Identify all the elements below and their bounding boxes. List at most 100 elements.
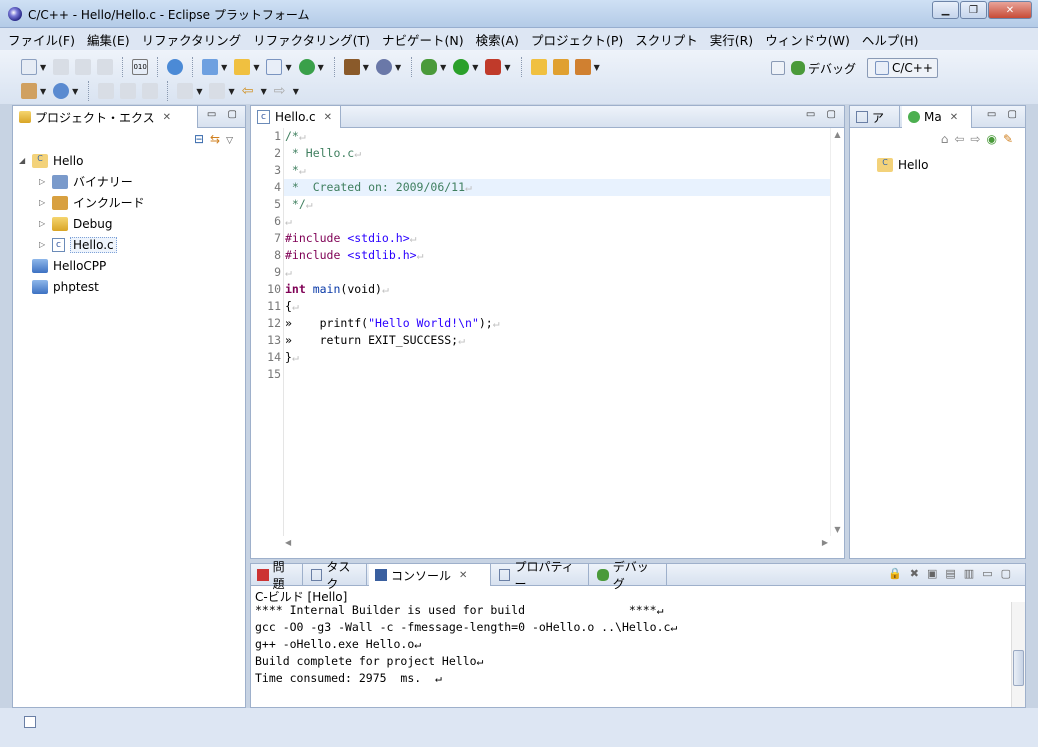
hammer-icon[interactable] [343,59,360,75]
chevron-down-icon[interactable]: ▼ [228,87,234,96]
new-project-icon[interactable] [202,59,219,75]
make-item-hello[interactable]: C Hello [874,154,928,175]
pin-icon[interactable]: ▣ [927,567,945,580]
scroll-thumb[interactable] [1013,650,1024,686]
code-area[interactable]: /*↵ * Hello.c↵ *↵ * Created on: 2009/06/… [283,128,830,536]
new-class-icon[interactable] [298,59,315,75]
code-line[interactable]: */↵ [284,196,830,213]
close-icon[interactable]: ✕ [163,112,171,123]
code-line[interactable]: *↵ [284,162,830,179]
menu-run[interactable]: 実行(R) [710,30,753,49]
chevron-down-icon[interactable]: ▼ [363,63,369,72]
new-folder-icon[interactable] [234,59,251,75]
code-line[interactable]: » printf("Hello World!\n");↵ [284,315,830,332]
collapsed-triangle-icon[interactable]: ▷ [39,177,49,186]
paragraph-icon[interactable] [120,83,137,99]
tab-debug[interactable]: デバッグ [591,560,667,591]
view-menu-icon[interactable]: ▽ [226,136,239,146]
code-line[interactable]: #include <stdlib.h>↵ [284,247,830,264]
chevron-down-icon[interactable]: ▼ [72,87,78,96]
link-editor-icon[interactable]: ⇆ [210,132,226,146]
code-line[interactable]: /*↵ [284,128,830,145]
forward-arrow-icon[interactable]: ⇨ [274,83,290,99]
horizontal-scrollbar[interactable]: ◀ ▶ [283,538,830,552]
maximize-button[interactable]: ❐ [960,1,987,19]
menu-project[interactable]: プロジェクト(P) [531,30,623,49]
close-icon[interactable]: ✕ [459,570,467,581]
menu-file[interactable]: ファイル(F) [8,30,75,49]
view-minmax[interactable]: ▭ ▢ [806,109,840,120]
scroll-left-icon[interactable]: ◀ [285,538,291,547]
fast-view-icon[interactable] [24,716,36,728]
tree-item-hello[interactable]: ◢ C Hello [19,150,145,171]
view-minmax[interactable]: ▭ ▢ [207,109,241,120]
code-line[interactable]: #include <stdio.h>↵ [284,230,830,247]
expanded-triangle-icon[interactable]: ◢ [19,156,29,165]
forward-arrow-icon[interactable]: ⇨ [970,132,986,146]
open-folder-icon[interactable] [530,59,547,75]
chevron-down-icon[interactable]: ▼ [285,63,291,72]
print-icon[interactable] [97,59,114,75]
code-line[interactable]: int main(void)↵ [284,281,830,298]
view-minmax[interactable]: ▭ ▢ [987,109,1021,120]
target-icon[interactable] [375,59,392,75]
display-console-icon[interactable]: ▤ [945,567,963,580]
menu-search[interactable]: 検索(A) [476,30,519,49]
globe-icon[interactable] [53,83,70,99]
chevron-down-icon[interactable]: ▼ [594,63,600,72]
pen-icon[interactable] [98,83,115,99]
run-icon[interactable] [453,59,470,75]
perspective-cpp[interactable]: C/C++ [867,58,938,78]
chevron-down-icon[interactable]: ▼ [253,63,259,72]
prev-annotation-icon[interactable] [209,83,226,99]
chevron-down-icon[interactable]: ▼ [261,87,267,96]
vertical-scrollbar[interactable]: ▲ ▼ [830,128,844,536]
tree-item-hello-c[interactable]: ▷ c Hello.c [19,234,145,255]
tab-console[interactable]: コンソール ✕ [369,564,491,586]
tab-tasks[interactable]: タスク [305,560,367,591]
debug-bug-icon[interactable] [421,59,438,75]
tree-item-debug[interactable]: ▷ Debug [19,213,145,234]
new-file-icon[interactable] [266,59,283,75]
menu-help[interactable]: ヘルプ(H) [862,30,919,49]
tab-properties[interactable]: プロパティー [493,560,589,591]
code-line[interactable]: ↵ [284,213,830,230]
chevron-down-icon[interactable]: ▼ [504,63,510,72]
save-all-icon[interactable] [75,59,92,75]
save-icon[interactable] [53,59,70,75]
chevron-down-icon[interactable]: ▼ [196,87,202,96]
open-type-icon[interactable] [552,59,569,75]
maximize-icon[interactable]: ▢ [1001,567,1019,580]
minimize-button[interactable]: ▁ [932,1,959,19]
menu-refactor[interactable]: リファクタリング [142,30,242,49]
scroll-up-icon[interactable]: ▲ [831,130,844,139]
console-output[interactable]: **** Internal Builder is used for build … [255,602,677,687]
chevron-down-icon[interactable]: ▼ [395,63,401,72]
menu-window[interactable]: ウィンドウ(W) [765,30,850,49]
code-line[interactable] [284,366,830,383]
collapsed-triangle-icon[interactable]: ▷ [39,240,49,249]
open-console-icon[interactable]: ▥ [964,567,982,580]
chevron-down-icon[interactable]: ▼ [221,63,227,72]
menu-edit[interactable]: 編集(E) [87,30,130,49]
collapsed-triangle-icon[interactable]: ▷ [39,219,49,228]
tab-problems[interactable]: 問題 [251,560,303,591]
chevron-down-icon[interactable]: ▼ [318,63,324,72]
back-arrow-icon[interactable]: ⇦ [242,83,258,99]
open-perspective-icon[interactable] [771,61,785,75]
chevron-down-icon[interactable]: ▼ [40,87,46,96]
close-icon[interactable]: ✕ [950,112,958,123]
console-scrollbar[interactable] [1011,602,1025,707]
code-line[interactable]: }↵ [284,349,830,366]
home-icon[interactable]: ⌂ [941,132,955,146]
collapsed-triangle-icon[interactable]: ▷ [39,198,49,207]
code-line[interactable]: * Hello.c↵ [284,145,830,162]
remove-target-icon[interactable]: ✎ [1003,132,1019,146]
back-arrow-icon[interactable]: ⇦ [954,132,970,146]
tab-project-explorer[interactable]: プロジェクト・エクス ✕ [13,106,198,128]
chevron-down-icon[interactable]: ▼ [440,63,446,72]
next-annotation-icon[interactable] [177,83,194,99]
perspective-debug[interactable]: デバッグ [768,58,856,78]
home-icon[interactable] [21,83,37,99]
menu-navigate[interactable]: ナビゲート(N) [382,30,464,49]
